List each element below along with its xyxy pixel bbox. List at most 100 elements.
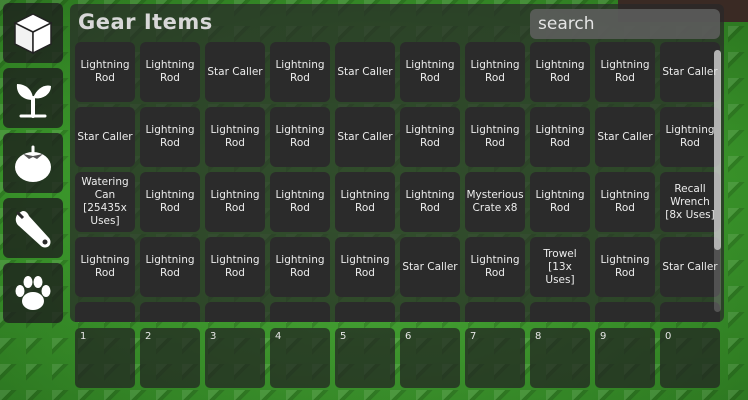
item-label: Lightning Rod <box>470 254 520 279</box>
hotbar-slot-number: 1 <box>80 331 87 342</box>
sidebar-button-gear[interactable] <box>3 198 63 258</box>
item-slot[interactable]: Mysterious Crate x8 <box>465 172 525 232</box>
item-slot[interactable] <box>660 302 720 322</box>
item-slot[interactable] <box>530 302 590 322</box>
item-slot[interactable]: Lightning Rod <box>270 107 330 167</box>
item-slot[interactable]: Lightning Rod <box>465 237 525 297</box>
sidebar-button-seeds[interactable] <box>3 68 63 128</box>
hotbar-slot-number: 8 <box>535 331 542 342</box>
item-label: Lightning Rod <box>405 59 455 84</box>
item-slot[interactable]: Lightning Rod <box>335 172 395 232</box>
item-label: Star Caller <box>207 65 263 78</box>
item-label: Lightning Rod <box>535 124 585 149</box>
item-slot[interactable] <box>335 302 395 322</box>
sidebar-button-crops[interactable] <box>3 133 63 193</box>
hotbar-slot[interactable]: 7 <box>465 328 525 388</box>
item-slot[interactable]: Lightning Rod <box>270 172 330 232</box>
cube-icon <box>13 13 53 55</box>
item-slot[interactable]: Lightning Rod <box>140 237 200 297</box>
scrollbar-track[interactable] <box>714 50 721 312</box>
scrollbar-thumb[interactable] <box>714 50 721 250</box>
item-slot[interactable]: Lightning Rod <box>595 172 655 232</box>
item-slot[interactable]: Lightning Rod <box>465 107 525 167</box>
hotbar-slot[interactable]: 6 <box>400 328 460 388</box>
hotbar-slot-number: 4 <box>275 331 282 342</box>
item-label: Lightning Rod <box>275 254 325 279</box>
item-slot[interactable] <box>140 302 200 322</box>
hotbar-slot[interactable]: 8 <box>530 328 590 388</box>
hotbar-slot[interactable]: 4 <box>270 328 330 388</box>
item-slot[interactable]: Recall Wrench [8x Uses] <box>660 172 720 232</box>
item-label: Lightning Rod <box>275 59 325 84</box>
item-label: Lightning Rod <box>600 189 650 214</box>
item-label: Lightning Rod <box>145 254 195 279</box>
item-slot[interactable]: Lightning Rod <box>595 237 655 297</box>
item-slot[interactable]: Lightning Rod <box>75 237 135 297</box>
search-input[interactable] <box>530 9 720 39</box>
item-slot[interactable]: Star Caller <box>205 42 265 102</box>
item-slot[interactable] <box>75 302 135 322</box>
item-slot[interactable]: Lightning Rod <box>400 172 460 232</box>
item-label: Lightning Rod <box>600 59 650 84</box>
item-label: Star Caller <box>337 65 393 78</box>
item-slot[interactable] <box>465 302 525 322</box>
item-slot[interactable]: Star Caller <box>400 237 460 297</box>
item-slot[interactable]: Lightning Rod <box>140 107 200 167</box>
wrench-icon <box>15 210 51 248</box>
inventory-panel: Gear Items Lightning Rod Lightning Rod Sta… <box>70 4 724 322</box>
item-slot[interactable] <box>595 302 655 322</box>
item-slot[interactable]: Star Caller <box>660 42 720 102</box>
item-slot[interactable]: Star Caller <box>660 237 720 297</box>
hotbar-slot-number: 2 <box>145 331 152 342</box>
sprout-icon <box>16 84 51 118</box>
hotbar-slot[interactable]: 5 <box>335 328 395 388</box>
item-slot[interactable]: Lightning Rod <box>595 42 655 102</box>
item-slot[interactable]: Lightning Rod <box>465 42 525 102</box>
item-label: Watering Can [25435x Uses] <box>81 176 129 227</box>
item-slot[interactable]: Lightning Rod <box>530 42 590 102</box>
sidebar-button-pets[interactable] <box>3 263 63 323</box>
hotbar-slot[interactable]: 1 <box>75 328 135 388</box>
item-slot[interactable]: Lightning Rod <box>335 237 395 297</box>
hotbar-slot[interactable]: 9 <box>595 328 655 388</box>
item-label: Lightning Rod <box>405 189 455 214</box>
item-slot[interactable]: Lightning Rod <box>660 107 720 167</box>
item-label: Lightning Rod <box>210 254 260 279</box>
item-slot[interactable]: Star Caller <box>75 107 135 167</box>
sidebar <box>3 3 63 328</box>
item-label: Star Caller <box>597 130 653 143</box>
hotbar-slot-number: 7 <box>470 331 477 342</box>
item-slot[interactable] <box>400 302 460 322</box>
item-slot[interactable]: Star Caller <box>335 42 395 102</box>
hotbar: 1 2 3 4 5 6 7 8 9 0 <box>75 328 720 388</box>
item-slot[interactable]: Lightning Rod <box>205 107 265 167</box>
item-slot[interactable]: Watering Can [25435x Uses] <box>75 172 135 232</box>
item-slot[interactable]: Lightning Rod <box>140 42 200 102</box>
item-slot[interactable]: Star Caller <box>335 107 395 167</box>
item-slot[interactable] <box>270 302 330 322</box>
item-label: Lightning Rod <box>275 124 325 149</box>
item-label: Star Caller <box>337 130 393 143</box>
item-slot[interactable]: Trowel [13x Uses] <box>530 237 590 297</box>
item-slot[interactable]: Lightning Rod <box>270 237 330 297</box>
hotbar-slot[interactable]: 0 <box>660 328 720 388</box>
item-slot[interactable]: Lightning Rod <box>75 42 135 102</box>
hotbar-slot-number: 6 <box>405 331 412 342</box>
item-slot[interactable]: Lightning Rod <box>400 42 460 102</box>
hotbar-slot[interactable]: 2 <box>140 328 200 388</box>
hotbar-slot[interactable]: 3 <box>205 328 265 388</box>
item-slot[interactable]: Lightning Rod <box>140 172 200 232</box>
item-label: Lightning Rod <box>145 59 195 84</box>
item-slot[interactable] <box>205 302 265 322</box>
item-slot[interactable]: Star Caller <box>595 107 655 167</box>
item-slot[interactable]: Lightning Rod <box>400 107 460 167</box>
item-slot[interactable]: Lightning Rod <box>205 237 265 297</box>
item-slot[interactable]: Lightning Rod <box>530 107 590 167</box>
hotbar-slot-number: 3 <box>210 331 217 342</box>
item-slot[interactable]: Lightning Rod <box>530 172 590 232</box>
sidebar-button-cube[interactable] <box>3 3 63 63</box>
item-slot[interactable]: Lightning Rod <box>270 42 330 102</box>
item-label: Lightning Rod <box>210 124 260 149</box>
item-slot[interactable]: Lightning Rod <box>205 172 265 232</box>
item-label: Star Caller <box>662 260 718 273</box>
